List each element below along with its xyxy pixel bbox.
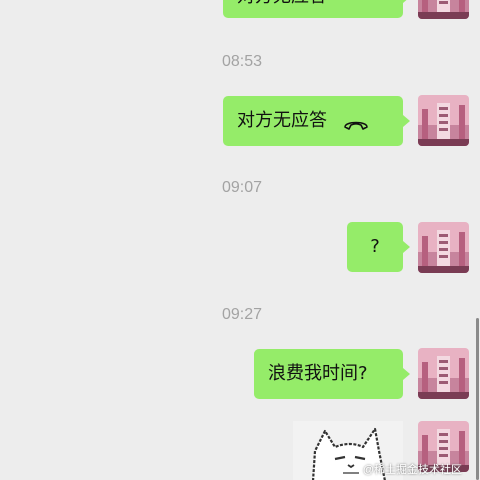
scrollbar[interactable] — [476, 318, 479, 480]
message-text: 对方无应答 — [237, 110, 327, 131]
timestamp: 09:27 — [221, 306, 263, 323]
avatar[interactable] — [418, 95, 469, 146]
message-bubble[interactable]: 浪费我时间? — [254, 349, 410, 399]
avatar-image — [418, 222, 469, 273]
avatar[interactable] — [418, 348, 469, 399]
avatar-image — [418, 348, 469, 399]
chat-area[interactable]: 对方无应答 08:53 对方无应答 — [0, 0, 480, 480]
timestamp: 08:53 — [221, 53, 263, 70]
avatar[interactable] — [418, 222, 469, 273]
timestamp: 09:07 — [221, 179, 263, 196]
message-text: 浪费我时间? — [268, 363, 368, 384]
phone-hangup-icon — [343, 114, 369, 130]
message-bubble-missed-call[interactable]: 对方无应答 — [223, 0, 410, 18]
message-text: 对方无应答 — [237, 0, 327, 9]
avatar-image — [418, 95, 469, 146]
message-text: ? — [370, 236, 380, 257]
message-bubble-missed-call[interactable]: 对方无应答 — [223, 96, 410, 146]
message-bubble[interactable]: ? — [347, 222, 410, 272]
watermark: @稀土掘金技术社区 — [362, 464, 462, 476]
avatar-image — [418, 0, 469, 19]
avatar[interactable] — [418, 0, 469, 19]
